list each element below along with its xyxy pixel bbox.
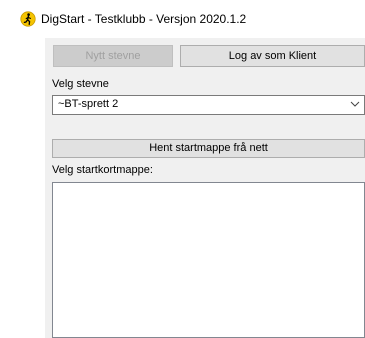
fetch-startfolder-button[interactable]: Hent startmappe frå nett [52,139,365,158]
app-runner-icon [20,11,36,27]
select-meet-label: Velg stevne [52,78,109,90]
startcard-folder-list[interactable] [52,182,365,338]
fetch-startfolder-button-label: Hent startmappe frå nett [149,142,268,154]
title-bar: DigStart - Testklubb - Versjon 2020.1.2 [0,0,365,38]
new-meet-button-label: Nytt stevne [85,50,141,62]
select-startcard-folder-label: Velg startkortmappe: [52,164,153,176]
meet-select[interactable]: ~BT-sprett 2 [52,95,365,115]
logout-client-button-label: Log av som Klient [228,50,317,62]
window-title: DigStart - Testklubb - Versjon 2020.1.2 [41,12,247,26]
new-meet-button[interactable]: Nytt stevne [53,45,173,67]
chevron-down-icon [350,101,360,107]
meet-select-value: ~BT-sprett 2 [58,98,119,110]
logout-client-button[interactable]: Log av som Klient [180,45,365,67]
